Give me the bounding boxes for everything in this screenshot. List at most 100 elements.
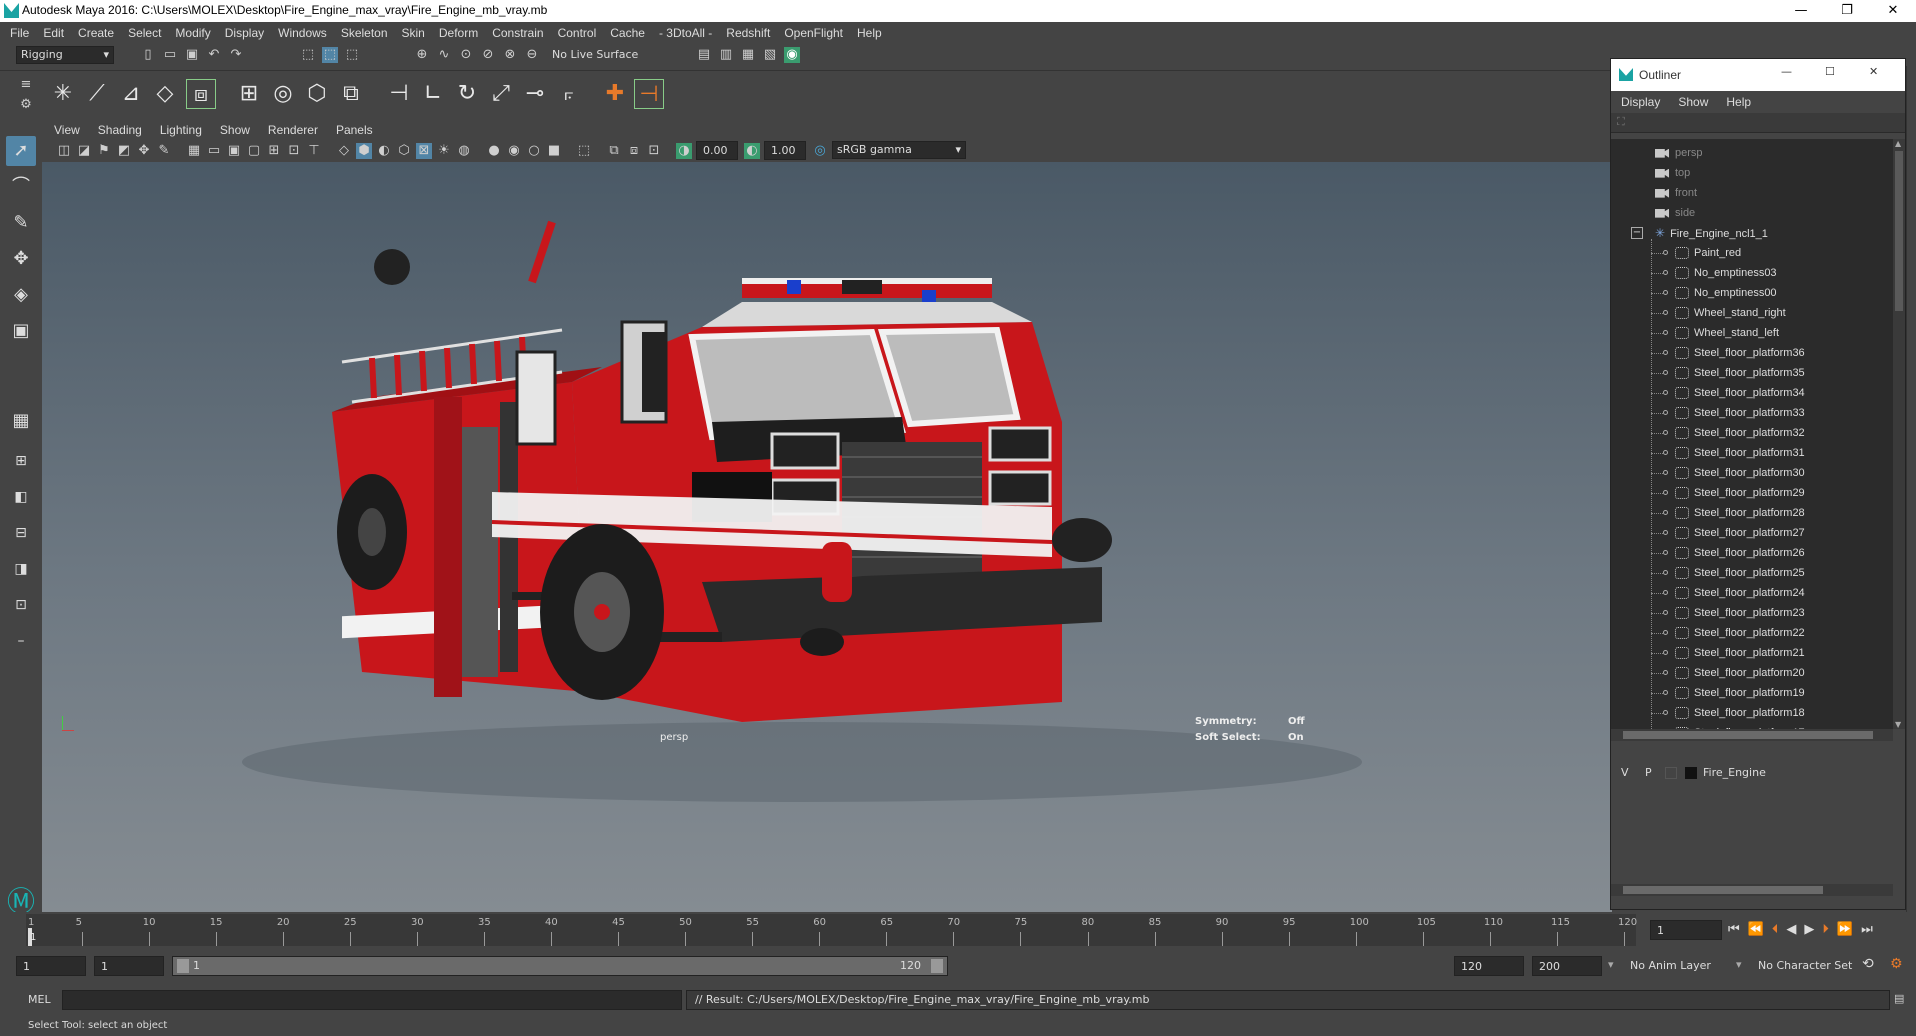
bookmark-icon[interactable]: ⚑ bbox=[96, 143, 112, 159]
scale-constraint-icon[interactable]: ⤢ bbox=[486, 79, 516, 109]
cluster-icon[interactable]: ⊞ bbox=[234, 79, 264, 109]
blend-shape-icon[interactable]: ⧉ bbox=[336, 79, 366, 109]
play-backward-icon[interactable]: ◀ bbox=[1786, 922, 1796, 937]
outliner-node[interactable]: Wheel_stand_left bbox=[1675, 323, 1779, 343]
node-expander-icon[interactable] bbox=[1663, 250, 1668, 255]
film-gate-icon[interactable]: ▭ bbox=[206, 143, 222, 159]
ik-spring-icon[interactable]: ◇ bbox=[150, 79, 180, 109]
node-expander-icon[interactable] bbox=[1663, 350, 1668, 355]
ik-fk-icon[interactable]: ⊣ bbox=[634, 79, 664, 109]
outliner-search-bar[interactable]: ⛶ bbox=[1611, 113, 1905, 133]
snap-grid-icon[interactable]: ⊕ bbox=[414, 47, 430, 63]
live-surface-label[interactable]: No Live Surface bbox=[552, 48, 638, 61]
node-expander-icon[interactable] bbox=[1663, 710, 1668, 715]
playback-end-field[interactable]: 120 bbox=[1454, 956, 1524, 976]
render-view-icon[interactable]: ▤ bbox=[696, 47, 712, 63]
maximize-icon[interactable]: ☐ bbox=[1825, 65, 1835, 78]
snap-surface-icon[interactable]: ⊗ bbox=[502, 47, 518, 63]
motion-blur-icon[interactable]: ◉ bbox=[506, 143, 522, 159]
range-start-handle[interactable] bbox=[177, 959, 189, 973]
outliner-node[interactable]: Wheel_stand_right bbox=[1675, 303, 1786, 323]
outliner-node[interactable]: Steel_floor_platform32 bbox=[1675, 423, 1805, 443]
layer-name[interactable]: Fire_Engine bbox=[1703, 766, 1766, 779]
filter-icon[interactable]: ⛶ bbox=[1617, 115, 1625, 129]
layer-type-toggle[interactable] bbox=[1665, 767, 1677, 779]
close-button[interactable]: ✕ bbox=[1870, 0, 1916, 22]
select-object-icon[interactable]: ⬚ bbox=[322, 47, 338, 63]
range-slider[interactable]: 1 120 bbox=[172, 956, 948, 976]
collapse-toggle-icon[interactable]: − bbox=[1631, 227, 1643, 239]
node-expander-icon[interactable] bbox=[1663, 450, 1668, 455]
isolate-select-icon[interactable]: ⬚ bbox=[576, 143, 592, 159]
select-component-icon[interactable]: ⬚ bbox=[344, 47, 360, 63]
playback-start-field[interactable]: 1 bbox=[94, 956, 164, 976]
step-forward-frame-icon[interactable]: ⏵ bbox=[1822, 922, 1829, 937]
node-expander-icon[interactable] bbox=[1663, 690, 1668, 695]
menu-file[interactable]: File bbox=[10, 26, 29, 40]
scroll-up-icon[interactable]: ▲ bbox=[1895, 139, 1901, 148]
scale-tool-icon[interactable]: ▣ bbox=[6, 316, 36, 346]
outliner-node[interactable]: Steel_floor_platform21 bbox=[1675, 643, 1805, 663]
time-slider[interactable]: 1 5 10 15 20 25 30 35 40 45 50 55 60 65 70 75 80 85 90 95 10… bbox=[0, 912, 1916, 948]
outliner-node[interactable]: No_emptiness03 bbox=[1675, 263, 1777, 283]
ik-spline-icon[interactable]: ⊿ bbox=[116, 79, 146, 109]
select-tool-icon[interactable]: ➚ bbox=[6, 136, 36, 166]
snap-point-icon[interactable]: ⊙ bbox=[458, 47, 474, 63]
menu-redshift[interactable]: Redshift bbox=[726, 26, 770, 40]
lasso-tool-icon[interactable]: ⌒ bbox=[6, 172, 36, 202]
wrap-icon[interactable]: ⬡ bbox=[302, 79, 332, 109]
image-plane-icon[interactable]: ◩ bbox=[116, 143, 132, 159]
outliner-menu-display[interactable]: Display bbox=[1621, 95, 1660, 109]
outliner-camera-side[interactable]: side bbox=[1655, 203, 1695, 223]
node-expander-icon[interactable] bbox=[1663, 530, 1668, 535]
use-all-lights-icon[interactable]: ☀ bbox=[436, 143, 452, 159]
outliner-menu-help[interactable]: Help bbox=[1726, 95, 1751, 109]
menu-edit[interactable]: Edit bbox=[43, 26, 64, 40]
layer-color-swatch[interactable] bbox=[1685, 767, 1697, 779]
outliner-node[interactable]: Steel_floor_platform30 bbox=[1675, 463, 1805, 483]
outliner-camera-top[interactable]: top bbox=[1655, 163, 1690, 183]
outliner-node[interactable]: Steel_floor_platform29 bbox=[1675, 483, 1805, 503]
outliner-node[interactable]: Steel_floor_platform36 bbox=[1675, 343, 1805, 363]
go-to-end-icon[interactable]: ⏭ bbox=[1861, 922, 1873, 937]
safe-title-icon[interactable]: ⊤ bbox=[306, 143, 322, 159]
close-icon[interactable]: ✕ bbox=[1869, 65, 1878, 78]
orient-constraint-icon[interactable]: ↻ bbox=[452, 79, 482, 109]
node-expander-icon[interactable] bbox=[1663, 430, 1668, 435]
parent-constraint-icon[interactable]: ⊸ bbox=[520, 79, 550, 109]
pole-vector-icon[interactable]: ⟔ bbox=[554, 79, 584, 109]
panel-menu-shading[interactable]: Shading bbox=[98, 123, 142, 137]
chevron-down-icon[interactable]: ▾ bbox=[1736, 958, 1742, 971]
rotate-tool-icon[interactable]: ◈ bbox=[6, 280, 36, 310]
smooth-shade-icon[interactable]: ⬢ bbox=[356, 143, 372, 159]
maximize-button[interactable]: ❐ bbox=[1824, 0, 1870, 22]
locator-icon[interactable]: ✚ bbox=[600, 79, 630, 109]
auto-key-icon[interactable]: ⟲ bbox=[1862, 956, 1874, 972]
color-management-icon[interactable]: ◎ bbox=[812, 143, 828, 159]
depth-of-field-icon[interactable]: ■ bbox=[546, 143, 562, 159]
color-space-dropdown[interactable]: sRGB gamma ▾ bbox=[832, 141, 966, 159]
menu-deform[interactable]: Deform bbox=[439, 26, 478, 40]
shadows-icon[interactable]: ◍ bbox=[456, 143, 472, 159]
preferences-icon[interactable]: ⚙ bbox=[1890, 956, 1903, 972]
node-expander-icon[interactable] bbox=[1663, 670, 1668, 675]
menu-create[interactable]: Create bbox=[78, 26, 114, 40]
shelf-menu-icon[interactable]: ≡ bbox=[18, 77, 34, 93]
outliner-node[interactable]: Steel_floor_platform35 bbox=[1675, 363, 1805, 383]
minimize-button[interactable]: — bbox=[1778, 0, 1824, 22]
node-expander-icon[interactable] bbox=[1663, 410, 1668, 415]
node-expander-icon[interactable] bbox=[1663, 330, 1668, 335]
scroll-down-icon[interactable]: ▼ bbox=[1895, 720, 1901, 729]
shelf-settings-icon[interactable]: ⚙ bbox=[18, 97, 34, 113]
layout-menu-icon[interactable]: – bbox=[6, 626, 36, 656]
outliner-node[interactable]: Steel_floor_platform25 bbox=[1675, 563, 1805, 583]
render-frame-icon[interactable]: ▥ bbox=[718, 47, 734, 63]
outliner-hscrollbar[interactable] bbox=[1611, 729, 1893, 741]
menu-select[interactable]: Select bbox=[128, 26, 161, 40]
outliner-vscrollbar[interactable]: ▲ ▼ bbox=[1893, 139, 1905, 729]
menu-constrain[interactable]: Constrain bbox=[492, 26, 543, 40]
outliner-node[interactable]: Steel_floor_platform24 bbox=[1675, 583, 1805, 603]
single-perspective-icon[interactable]: ▦ bbox=[6, 406, 36, 436]
display-layer-row[interactable]: V P Fire_Engine bbox=[1611, 764, 1893, 782]
command-input[interactable] bbox=[62, 990, 682, 1010]
